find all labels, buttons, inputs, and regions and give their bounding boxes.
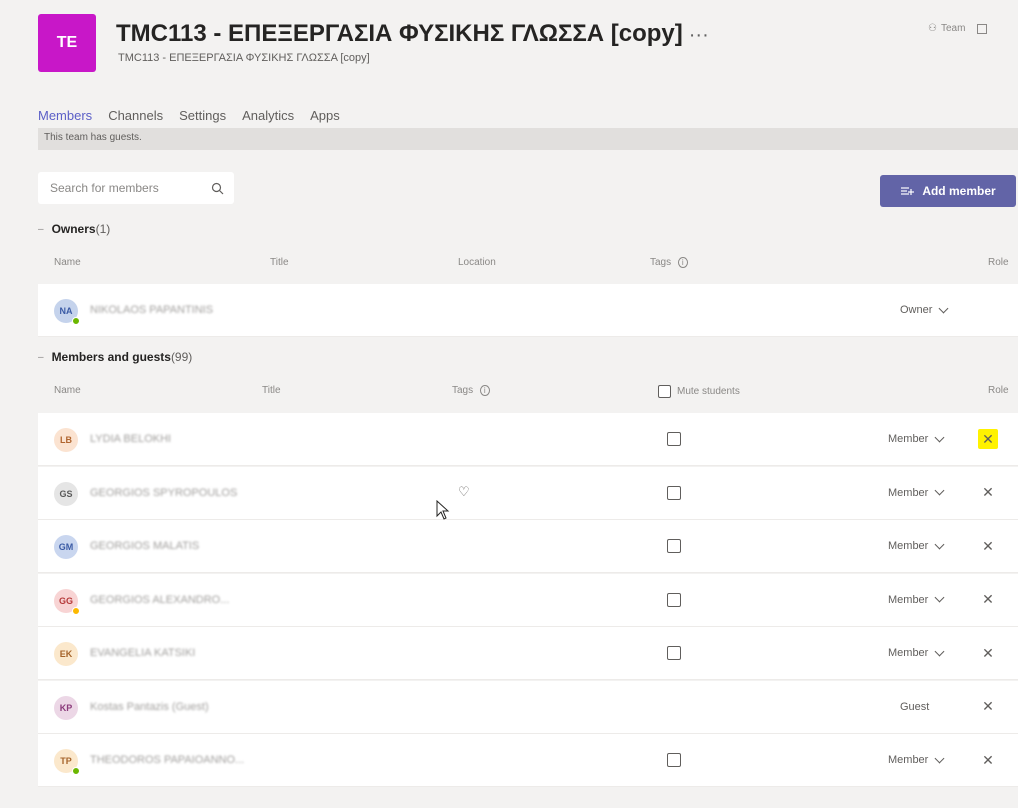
chevron-down-icon bbox=[934, 753, 945, 763]
role-dropdown[interactable]: Member bbox=[888, 753, 945, 766]
guests-banner: This team has guests. bbox=[38, 128, 1018, 150]
member-name: NIKOLAOS PAPANTINIS bbox=[90, 304, 214, 316]
chevron-down-icon bbox=[934, 592, 945, 603]
remove-member-close-icon[interactable]: ✕ bbox=[978, 697, 998, 717]
role-dropdown[interactable]: Guest bbox=[900, 701, 929, 713]
role-dropdown[interactable]: Member bbox=[888, 539, 945, 552]
chevron-down-icon bbox=[934, 485, 945, 496]
role-dropdown[interactable]: Member bbox=[888, 592, 945, 606]
remove-member-close-icon[interactable]: ✕ bbox=[978, 483, 998, 503]
avatar: EK bbox=[54, 642, 78, 666]
add-person-icon bbox=[901, 187, 915, 195]
presence-status-icon bbox=[72, 767, 80, 775]
search-input[interactable] bbox=[48, 180, 198, 196]
avatar: GM bbox=[54, 535, 78, 559]
mute-checkbox[interactable] bbox=[667, 592, 681, 607]
mute-students-checkbox bbox=[658, 385, 671, 398]
member-search[interactable] bbox=[38, 172, 234, 204]
team-subtitle: TMC113 - ΕΠΕΞΕΡΓΑΣΙΑ ΦΥΣΙΚΗΣ ΓΛΩΣΣΑ [cop… bbox=[118, 52, 370, 64]
people-icon: ⚇ bbox=[928, 23, 937, 34]
member-name: THEODOROS PAPAIOANNO... bbox=[90, 754, 245, 766]
table-row[interactable]: EK EVANGELIA KATSIKI Member ✕ bbox=[38, 627, 1018, 680]
table-row[interactable]: GG GEORGIOS ALEXANDRO... Member ✕ bbox=[38, 573, 1018, 627]
avatar: TP bbox=[54, 749, 80, 775]
tags-header: Tags i bbox=[650, 257, 688, 268]
member-name: Kostas Pantazis (Guest) bbox=[90, 700, 209, 713]
info-icon: i bbox=[479, 385, 490, 396]
member-name: GEORGIOS ALEXANDRO... bbox=[90, 593, 230, 606]
mute-checkbox[interactable] bbox=[667, 753, 681, 767]
presence-status-icon bbox=[72, 317, 80, 325]
role-dropdown[interactable]: Member bbox=[888, 485, 945, 499]
members-section-header[interactable]: – Members and guests (99) bbox=[38, 350, 192, 364]
team-title: TMC113 - ΕΠΕΞΕΡΓΑΣΙΑ ΦΥΣΙΚΗΣ ΓΛΩΣΣΑ [cop… bbox=[116, 20, 709, 47]
mute-checkbox[interactable] bbox=[667, 646, 681, 660]
chevron-down-icon bbox=[938, 303, 949, 313]
table-row[interactable]: TP THEODOROS PAPAIOANNO... Member ✕ bbox=[38, 734, 1018, 787]
tags-header: Tags i bbox=[452, 385, 490, 396]
team-pill[interactable]: ⚇ Team bbox=[928, 23, 988, 34]
info-icon[interactable] bbox=[977, 23, 988, 34]
table-row[interactable]: NA NIKOLAOS PAPANTINIS Owner bbox=[38, 284, 1018, 337]
role-dropdown[interactable]: Owner bbox=[900, 303, 949, 316]
remove-member-close-icon[interactable]: ✕ bbox=[978, 590, 998, 610]
presence-status-icon bbox=[72, 606, 80, 615]
member-name: LYDIA BELOKHI bbox=[90, 433, 172, 445]
collapse-chevron-icon[interactable]: – bbox=[38, 224, 44, 235]
avatar: GS bbox=[54, 481, 78, 506]
table-row[interactable]: GS GEORGIOS SPYROPOULOS Member ✕ bbox=[38, 466, 1018, 520]
avatar: NA bbox=[54, 299, 80, 325]
table-row[interactable]: LB LYDIA BELOKHI Member ✕ bbox=[38, 413, 1018, 466]
info-icon: i bbox=[677, 257, 688, 268]
tag-icon[interactable]: ♡ bbox=[458, 484, 470, 500]
table-row[interactable]: KP Kostas Pantazis (Guest) Guest ✕ bbox=[38, 680, 1018, 734]
remove-member-close-icon[interactable]: ✕ bbox=[978, 643, 998, 663]
table-row[interactable]: GM GEORGIOS MALATIS Member ✕ bbox=[38, 520, 1018, 573]
member-name: GEORGIOS SPYROPOULOS bbox=[90, 486, 238, 499]
chevron-down-icon bbox=[934, 539, 945, 549]
avatar: GG bbox=[54, 588, 80, 615]
remove-member-close-icon[interactable]: ✕ bbox=[978, 750, 998, 770]
avatar: KP bbox=[54, 695, 78, 720]
avatar: LB bbox=[54, 428, 78, 452]
mute-checkbox[interactable] bbox=[667, 432, 681, 446]
remove-member-close-icon[interactable]: ✕ bbox=[978, 536, 998, 556]
mouse-cursor-icon bbox=[436, 500, 450, 520]
mute-checkbox[interactable] bbox=[667, 485, 681, 500]
chevron-down-icon bbox=[934, 646, 945, 656]
member-name: EVANGELIA KATSIKI bbox=[90, 647, 196, 659]
remove-member-close-icon[interactable]: ✕ bbox=[978, 429, 998, 449]
role-dropdown[interactable]: Member bbox=[888, 432, 945, 445]
team-avatar: TE bbox=[38, 14, 96, 72]
search-icon bbox=[211, 182, 224, 194]
add-member-button[interactable]: Add member bbox=[880, 175, 1016, 207]
team-header: TE TMC113 - ΕΠΕΞΕΡΓΑΣΙΑ ΦΥΣΙΚΗΣ ΓΛΩΣΣΑ [… bbox=[0, 0, 1018, 100]
role-dropdown[interactable]: Member bbox=[888, 646, 945, 659]
mute-checkbox[interactable] bbox=[667, 539, 681, 553]
more-options-icon[interactable]: ··· bbox=[689, 24, 709, 46]
mute-students-toggle[interactable]: Mute students bbox=[658, 385, 740, 398]
owners-column-headers: Name Title Location Tags i Role bbox=[54, 257, 1009, 268]
member-name: GEORGIOS MALATIS bbox=[90, 540, 200, 552]
collapse-chevron-icon[interactable]: – bbox=[38, 352, 44, 363]
chevron-down-icon bbox=[934, 432, 945, 442]
owners-section-header[interactable]: – Owners (1) bbox=[38, 222, 110, 236]
members-column-headers: Name Title Tags i Mute students Role bbox=[54, 385, 1009, 398]
